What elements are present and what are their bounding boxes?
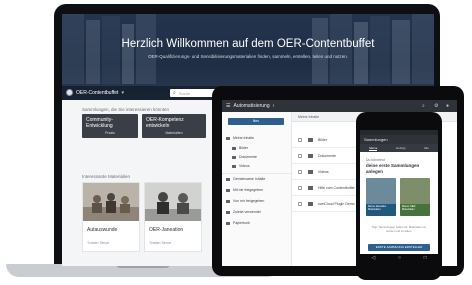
tab-all[interactable]: Alle (424, 146, 429, 150)
collection-tag: Praxis (105, 131, 115, 135)
sidebar-item-videos[interactable]: Videos (232, 164, 250, 168)
sidebar-item-shared-with-me[interactable]: Mit mir freigegeben (226, 188, 263, 192)
logo-icon (66, 89, 73, 96)
sidebar-item-shared-content[interactable]: Gemeinsame Inhalte (226, 177, 265, 181)
row-checkbox[interactable] (298, 202, 302, 206)
collection-tag: Materialien (165, 131, 183, 135)
collection-tile[interactable]: OER-Kompetenz entwickeln Materialien (142, 114, 206, 138)
sidebar-item-label: Videos (239, 164, 250, 168)
device-showcase: Herzlich Willkommen auf dem OER-Contentb… (0, 0, 472, 285)
row-checkbox[interactable] (298, 170, 302, 174)
breadcrumb-label: Automatisierung (233, 103, 270, 109)
card-caption: Meine OER-Materialien (400, 204, 430, 216)
folder-icon (232, 164, 236, 168)
file-name: ownCloud Plugin Demo (318, 202, 355, 206)
collection-name: Community-Entwicklung (86, 117, 113, 129)
back-icon[interactable]: ◁ (371, 255, 375, 261)
sidebar-item-recent[interactable]: Zuletzt verwendet (226, 210, 261, 214)
intro-heading: deine erste Sammlungen anlegen (366, 163, 420, 174)
folder-icon (308, 138, 313, 142)
create-collection-button[interactable]: ERSTE SAMMLUNG ERSTELLEN (368, 244, 430, 251)
chevron-down-icon: ▾ (121, 89, 124, 96)
material-author: Torsten Simon (87, 241, 110, 245)
tab-followed[interactable]: Gefolgt (396, 146, 406, 150)
material-photo (145, 183, 201, 221)
material-title: OER-Janeation (149, 227, 184, 233)
phone-tabs: Meine Gefolgt Alle (360, 144, 438, 152)
file-name: Dokumente (318, 154, 336, 158)
tablet-top-bar: ☰ Automatisierung › ⌕ ⚙ ● (222, 100, 457, 112)
material-author: Torsten Simon (149, 241, 172, 245)
sidebar-item-documents[interactable]: Dokumente (232, 155, 257, 159)
phone-top-bar: Sammlungen (360, 135, 438, 144)
folder-icon (232, 155, 236, 159)
collection-name: OER-Kompetenz entwickeln (146, 117, 184, 129)
sidebar-item-shared-by-me[interactable]: Von mir freigegeben (226, 199, 264, 203)
share-icon (226, 199, 230, 203)
card-caption: Meine aktuellen Materialien (366, 204, 396, 216)
sidebar-item-label: Zuletzt verwendet (233, 210, 261, 214)
new-button[interactable]: Neu (228, 118, 284, 125)
tip-text: Tipp: Sammlungen helfen dir, Materialien… (371, 225, 427, 233)
sidebar-item-my-content[interactable]: Meine Inhalte (226, 136, 254, 140)
folder-icon (308, 170, 313, 174)
sidebar-item-label: Gemeinsame Inhalte (233, 177, 266, 181)
search-icon: ⌕ (173, 90, 176, 96)
phone-screen: Sammlungen Meine Gefolgt Alle Du könntes… (360, 130, 438, 262)
collections-heading: Sammlungen, die Sie interessieren könnte… (82, 107, 170, 112)
suggested-collection-card[interactable]: Meine OER-Materialien (400, 178, 430, 216)
materials-heading: Interessante Materialien (82, 174, 131, 179)
user-icon[interactable]: ● (446, 103, 449, 109)
file-list-title: Meine Inhalte (298, 115, 320, 119)
sidebar-item-label: Bilder (239, 146, 248, 150)
sidebar-item-label: Papierkorb (233, 221, 250, 225)
share-icon (226, 188, 230, 192)
sidebar-item-label: Meine Inhalte (233, 136, 255, 140)
material-photo (83, 183, 139, 221)
tablet-sidebar: Neu Meine Inhalte Bilder Dokumente Video… (222, 112, 292, 266)
suggested-collection-card[interactable]: Meine aktuellen Materialien (366, 178, 396, 216)
clock-icon (226, 210, 230, 214)
android-nav-bar: ◁ ○ □ (360, 254, 438, 262)
file-name: Bilder (318, 138, 327, 142)
menu-icon: ☰ (226, 103, 231, 109)
recents-icon[interactable]: □ (424, 255, 427, 261)
divider (222, 173, 292, 174)
search-icon[interactable]: ⌕ (422, 103, 425, 109)
brand-label: OER-Contentbuffet (76, 89, 119, 96)
hero-subtitle: OER-Qualifizierungs- und Sensibilisierun… (147, 54, 349, 59)
brand-menu[interactable]: OER-Contentbuffet ▾ (66, 89, 124, 96)
hero-title: Herzlich Willkommen auf dem OER-Contentb… (121, 38, 375, 50)
file-name: Videos (318, 170, 329, 174)
intro-text: Du könntest (366, 158, 385, 162)
material-title: Autauswunde (87, 227, 118, 233)
row-checkbox[interactable] (298, 138, 302, 142)
file-icon (308, 202, 313, 206)
chevron-right-icon: › (272, 103, 275, 109)
material-card[interactable]: Autauswunde Torsten Simon (82, 182, 140, 252)
sidebar-item-label: Dokumente (239, 155, 257, 159)
folder-icon (226, 136, 230, 140)
sidebar-item-trash[interactable]: Papierkorb (226, 221, 250, 225)
file-name: Hilfe zum Contentbuffet (318, 186, 355, 190)
search-placeholder: Suche (178, 90, 191, 96)
collection-tile[interactable]: Community-Entwicklung Praxis (82, 114, 138, 138)
trash-icon (226, 221, 230, 225)
home-icon[interactable]: ○ (398, 255, 401, 261)
sidebar-item-label: Mit mir freigegeben (233, 188, 263, 192)
gear-icon[interactable]: ⚙ (434, 103, 438, 109)
breadcrumb[interactable]: ☰ Automatisierung › (226, 103, 274, 109)
file-icon (308, 186, 313, 190)
sidebar-item-label: Von mir freigegeben (233, 199, 265, 203)
folder-icon (308, 154, 313, 158)
share-icon (226, 177, 230, 181)
row-checkbox[interactable] (298, 186, 302, 190)
tab-mine[interactable]: Meine (369, 146, 378, 151)
sidebar-item-images[interactable]: Bilder (232, 146, 248, 150)
row-checkbox[interactable] (298, 154, 302, 158)
phone-title: Sammlungen (364, 137, 388, 142)
folder-icon (232, 146, 236, 150)
material-card[interactable]: OER-Janeation Torsten Simon (144, 182, 202, 252)
